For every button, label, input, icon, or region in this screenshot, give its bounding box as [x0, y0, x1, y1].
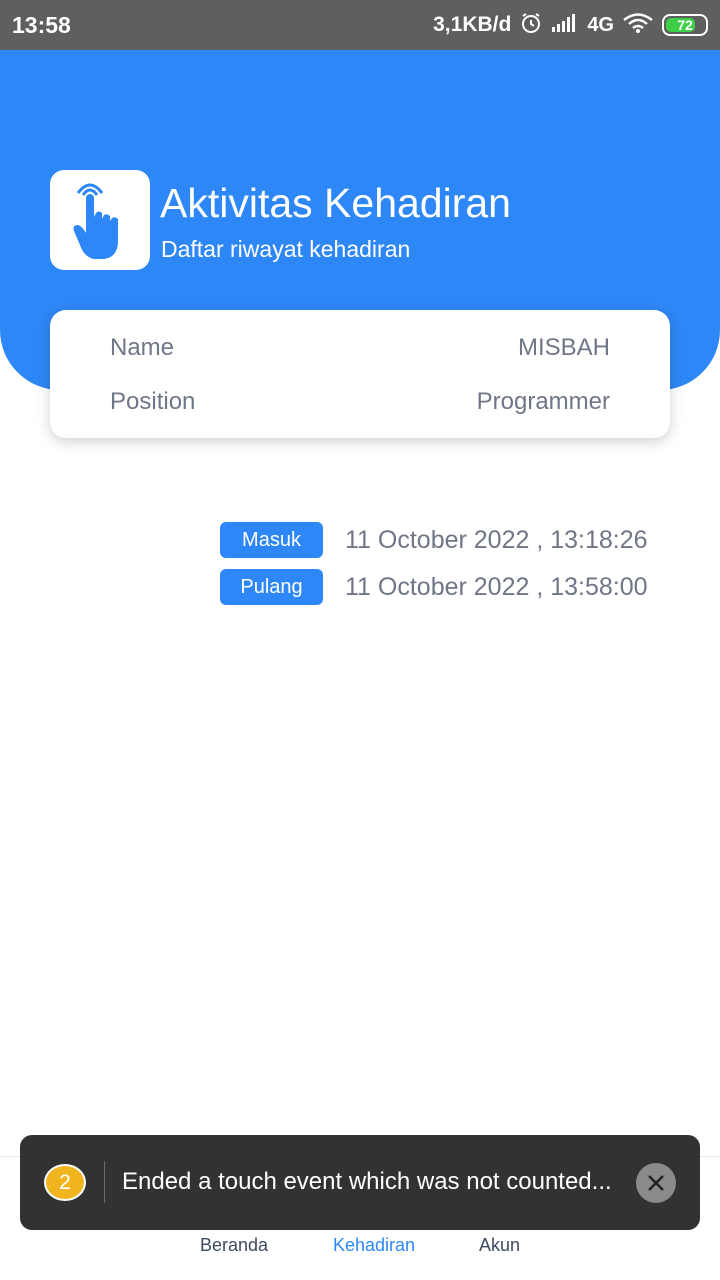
name-value: MISBAH	[517, 334, 610, 361]
attendance-entry-pulang: Pulang 11 October 2022 , 13:58:00	[220, 568, 648, 606]
toast-divider	[104, 1161, 105, 1203]
status-bar: 13:58 3,1KB/d 4G 72	[0, 0, 720, 50]
profile-card: Name MISBAH Position Programmer	[50, 310, 670, 438]
status-time: 13:58	[12, 12, 71, 38]
wifi-icon	[622, 12, 654, 39]
profile-row-position: Position Programmer	[110, 388, 610, 418]
status-badge-masuk: Masuk	[220, 522, 323, 558]
attendance-datetime: 11 October 2022 , 13:18:26	[345, 525, 648, 554]
close-icon[interactable]	[636, 1163, 676, 1203]
nav-item-kehadiran[interactable]: Kehadiran	[333, 1235, 415, 1256]
page-subtitle: Daftar riwayat kehadiran	[161, 236, 411, 262]
page-title: Aktivitas Kehadiran	[160, 180, 511, 226]
battery-level: 72	[677, 17, 693, 33]
network-speed: 3,1KB/d	[433, 13, 512, 36]
attendance-datetime: 11 October 2022 , 13:58:00	[345, 572, 648, 601]
toast-notification: 2 Ended a touch event which was not coun…	[20, 1135, 700, 1230]
attendance-entry-masuk: Masuk 11 October 2022 , 13:18:26	[220, 521, 648, 559]
position-label: Position	[110, 388, 196, 415]
status-badge-pulang: Pulang	[220, 569, 323, 605]
app-icon	[50, 170, 150, 270]
nav-item-beranda[interactable]: Beranda	[200, 1235, 268, 1256]
network-type: 4G	[587, 13, 614, 36]
touch-hand-icon	[68, 173, 132, 268]
profile-row-name: Name MISBAH	[110, 334, 610, 364]
signal-icon	[551, 13, 579, 38]
alarm-icon	[519, 11, 543, 40]
toast-count-badge: 2	[44, 1164, 86, 1201]
battery-icon: 72	[662, 14, 708, 36]
position-value: Programmer	[476, 388, 610, 415]
name-label: Name	[110, 334, 175, 361]
toast-message: Ended a touch event which was not counte…	[122, 1168, 612, 1195]
nav-item-akun[interactable]: Akun	[479, 1235, 520, 1256]
status-icons: 3,1KB/d 4G 72	[433, 10, 708, 40]
